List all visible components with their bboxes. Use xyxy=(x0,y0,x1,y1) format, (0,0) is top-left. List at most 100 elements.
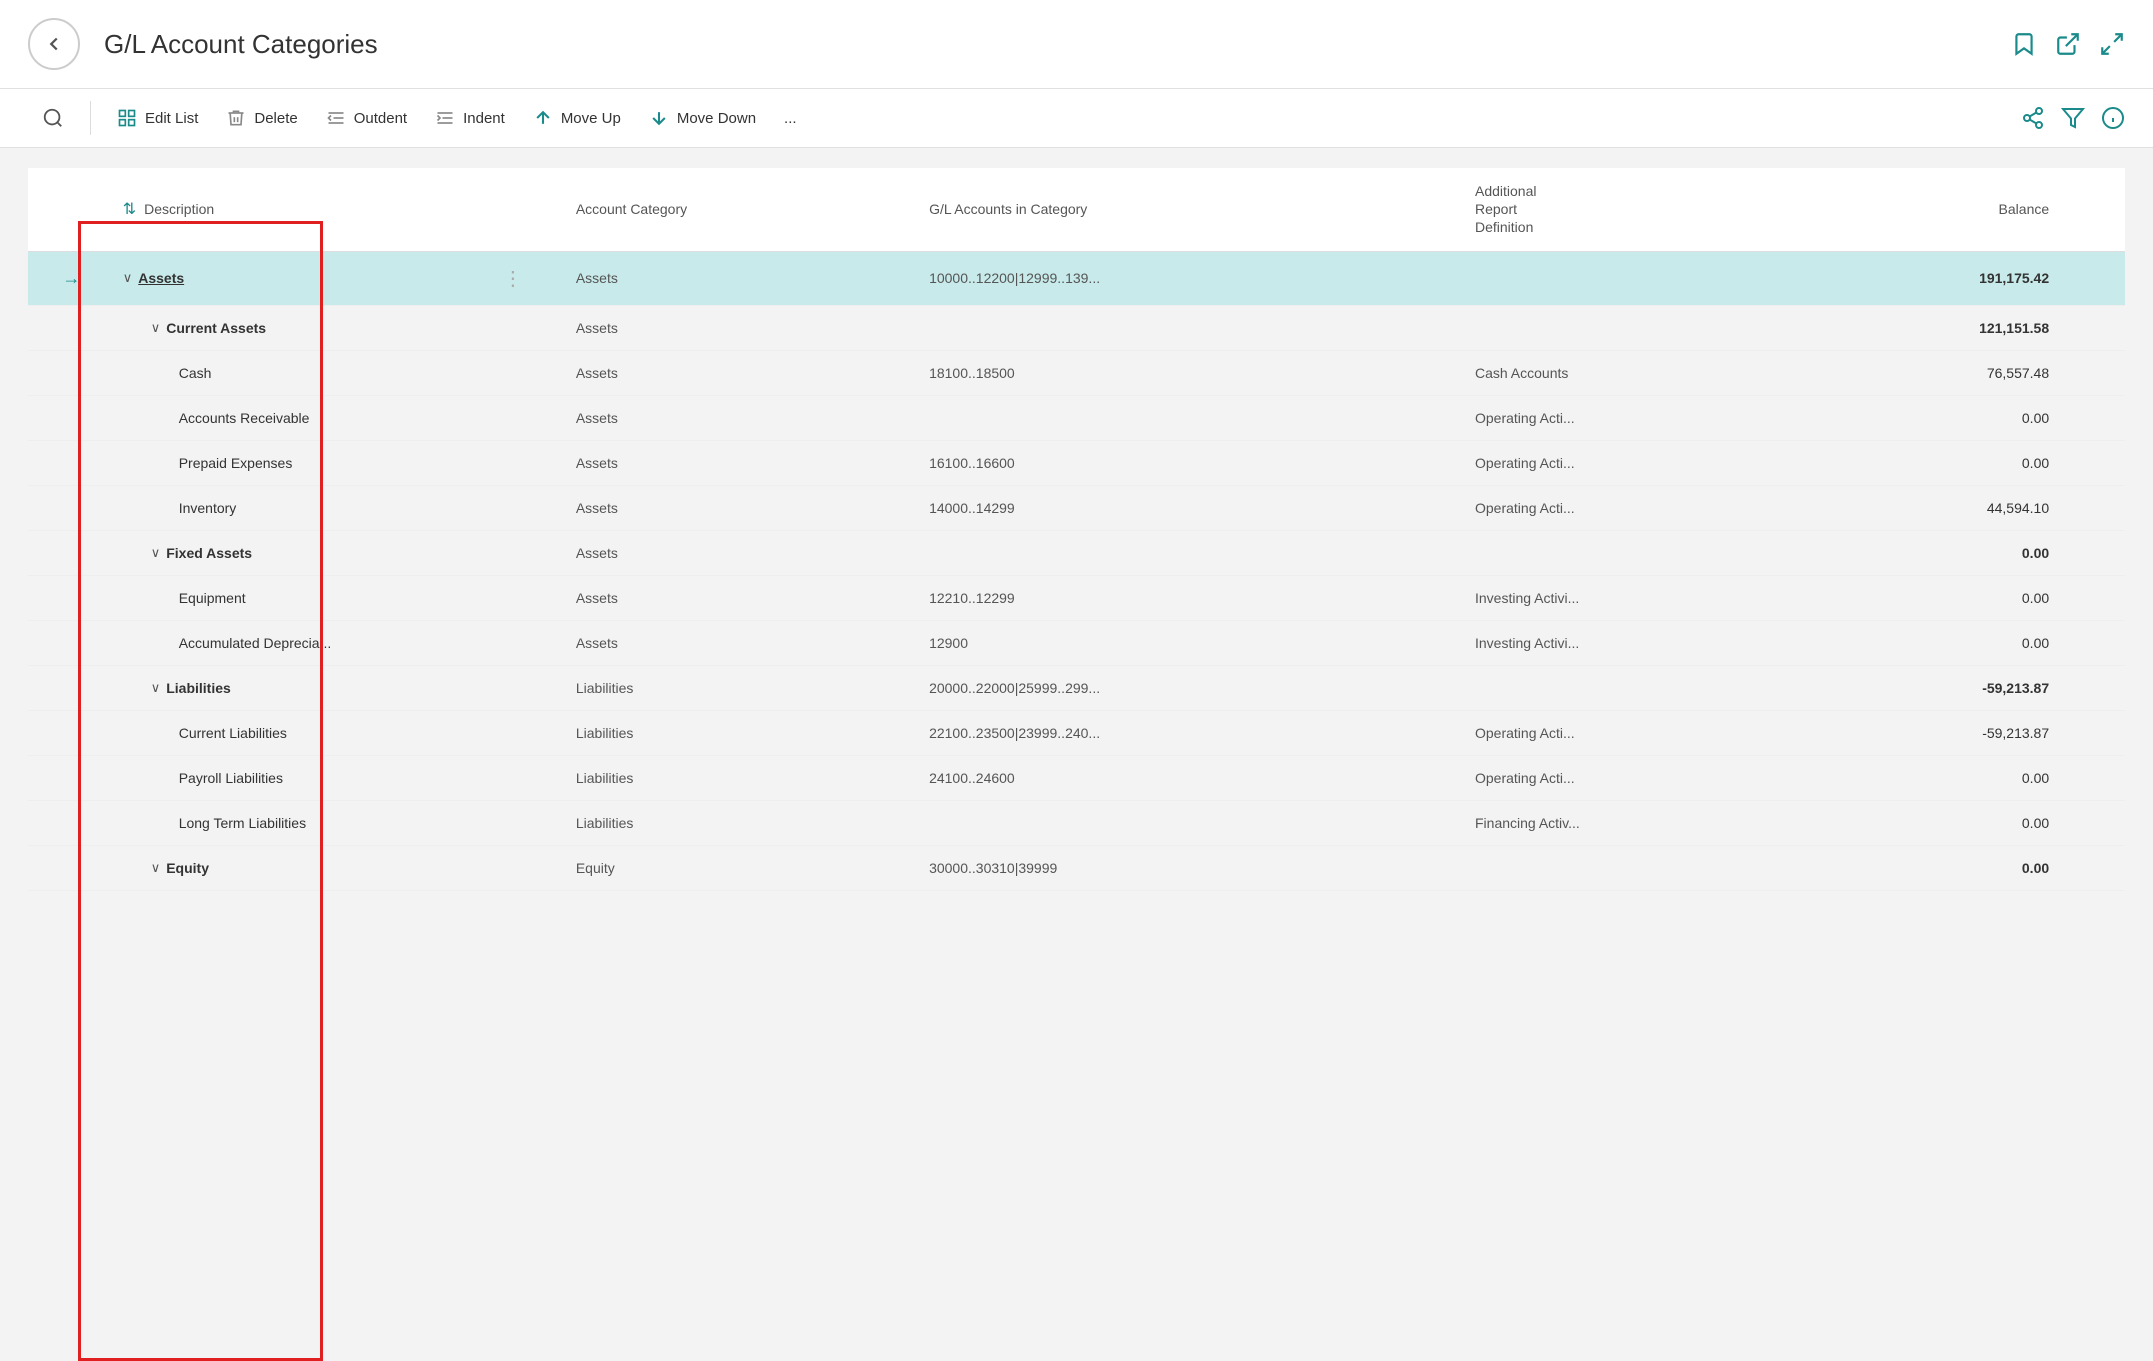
table-row[interactable]: Long Term LiabilitiesLiabilitiesFinancin… xyxy=(28,800,2125,845)
grid-icon xyxy=(117,108,137,128)
row-gl-accounts: 16100..16600 xyxy=(911,440,1457,485)
more-button[interactable]: ... xyxy=(770,102,811,135)
table-row[interactable]: Payroll LiabilitiesLiabilities24100..246… xyxy=(28,755,2125,800)
row-drag-handle[interactable] xyxy=(468,395,558,440)
row-drag-handle[interactable]: ⋮ xyxy=(468,251,558,305)
row-arrow xyxy=(28,350,115,395)
more-label: ... xyxy=(784,110,797,127)
content-area: ⇅ Description Account Category G/L Accou… xyxy=(0,148,2153,1361)
row-description: Cash xyxy=(115,350,468,395)
row-scroll-col xyxy=(2067,440,2125,485)
table-header-row: ⇅ Description Account Category G/L Accou… xyxy=(28,168,2125,251)
filter-button[interactable] xyxy=(2061,106,2085,130)
row-drag-handle[interactable] xyxy=(468,710,558,755)
row-gl-accounts: 12210..12299 xyxy=(911,575,1457,620)
row-additional-report: Operating Acti... xyxy=(1457,440,1778,485)
row-account-category: Liabilities xyxy=(558,755,911,800)
row-additional-report xyxy=(1457,530,1778,575)
row-description: Long Term Liabilities xyxy=(115,800,468,845)
description-text: Fixed Assets xyxy=(166,545,252,561)
edit-list-button[interactable]: Edit List xyxy=(103,100,212,136)
share-button[interactable] xyxy=(2021,106,2045,130)
expand-button[interactable] xyxy=(2099,31,2125,57)
row-additional-report: Financing Activ... xyxy=(1457,800,1778,845)
row-arrow xyxy=(28,665,115,710)
row-description: ∨ Fixed Assets xyxy=(115,530,468,575)
chevron-icon[interactable]: ∨ xyxy=(151,320,161,336)
row-drag-handle[interactable] xyxy=(468,800,558,845)
row-scroll-col xyxy=(2067,620,2125,665)
row-scroll-col xyxy=(2067,395,2125,440)
table-row[interactable]: Current LiabilitiesLiabilities22100..235… xyxy=(28,710,2125,755)
chevron-icon[interactable]: ∨ xyxy=(123,270,133,286)
table-row[interactable]: Prepaid ExpensesAssets16100..16600Operat… xyxy=(28,440,2125,485)
row-balance: 0.00 xyxy=(1778,440,2067,485)
indent-icon xyxy=(435,108,455,128)
row-drag-handle[interactable] xyxy=(468,440,558,485)
move-down-button[interactable]: Move Down xyxy=(635,100,770,136)
indent-button[interactable]: Indent xyxy=(421,100,519,136)
row-account-category: Assets xyxy=(558,485,911,530)
row-gl-accounts: 30000..30310|39999 xyxy=(911,845,1457,890)
table-row[interactable]: ∨Current AssetsAssets121,151.58 xyxy=(28,305,2125,350)
arrow-down-icon xyxy=(649,108,669,128)
table-row[interactable]: Accounts ReceivableAssetsOperating Acti.… xyxy=(28,395,2125,440)
col-additional-report-header: AdditionalReportDefinition xyxy=(1457,168,1778,251)
table-row[interactable]: Accumulated Deprecia...Assets12900Invest… xyxy=(28,620,2125,665)
search-button[interactable] xyxy=(28,99,78,137)
row-description: ∨Assets xyxy=(115,251,468,305)
row-description: ∨Liabilities xyxy=(115,665,468,710)
table-row[interactable]: InventoryAssets14000..14299Operating Act… xyxy=(28,485,2125,530)
row-drag-handle[interactable] xyxy=(468,755,558,800)
description-text: Accumulated Deprecia... xyxy=(179,635,332,651)
row-account-category: Assets xyxy=(558,440,911,485)
row-arrow xyxy=(28,755,115,800)
table-row[interactable]: ∨Fixed AssetsAssets0.00 xyxy=(28,530,2125,575)
row-scroll-col xyxy=(2067,350,2125,395)
row-description: ∨ Equity xyxy=(115,845,468,890)
row-scroll-col xyxy=(2067,485,2125,530)
back-button[interactable] xyxy=(28,18,80,70)
row-gl-accounts: 10000..12200|12999..139... xyxy=(911,251,1457,305)
row-drag-handle[interactable] xyxy=(468,665,558,710)
info-button[interactable] xyxy=(2101,106,2125,130)
table-row[interactable]: →∨Assets⋮Assets10000..12200|12999..139..… xyxy=(28,251,2125,305)
bookmark-button[interactable] xyxy=(2011,31,2037,57)
indent-label: Indent xyxy=(463,110,505,127)
row-drag-handle[interactable] xyxy=(468,845,558,890)
delete-button[interactable]: Delete xyxy=(212,100,311,136)
move-up-button[interactable]: Move Up xyxy=(519,100,635,136)
table-row[interactable]: EquipmentAssets12210..12299Investing Act… xyxy=(28,575,2125,620)
row-gl-accounts: 20000..22000|25999..299... xyxy=(911,665,1457,710)
col-gl-accounts-header: G/L Accounts in Category xyxy=(911,168,1457,251)
table-row[interactable]: ∨EquityEquity30000..30310|399990.00 xyxy=(28,845,2125,890)
row-arrow xyxy=(28,440,115,485)
row-additional-report: Investing Activi... xyxy=(1457,575,1778,620)
description-text: Long Term Liabilities xyxy=(179,815,306,831)
move-down-label: Move Down xyxy=(677,110,756,127)
row-description: Payroll Liabilities xyxy=(115,755,468,800)
description-text: Cash xyxy=(179,365,212,381)
chevron-icon[interactable]: ∨ xyxy=(151,545,161,561)
row-drag-handle[interactable] xyxy=(468,620,558,665)
row-drag-handle[interactable] xyxy=(468,530,558,575)
main-window: G/L Account Categories xyxy=(0,0,2153,1361)
row-description: Current Liabilities xyxy=(115,710,468,755)
chevron-icon[interactable]: ∨ xyxy=(151,680,161,696)
chevron-icon[interactable]: ∨ xyxy=(151,860,161,876)
row-additional-report: Operating Acti... xyxy=(1457,755,1778,800)
description-text: Equity xyxy=(166,860,209,876)
row-drag-handle[interactable] xyxy=(468,485,558,530)
description-text: Current Liabilities xyxy=(179,725,287,741)
trash-icon xyxy=(226,108,246,128)
row-description: Inventory xyxy=(115,485,468,530)
outdent-button[interactable]: Outdent xyxy=(312,100,421,136)
row-drag-handle[interactable] xyxy=(468,575,558,620)
row-account-category: Assets xyxy=(558,350,911,395)
export-button[interactable] xyxy=(2055,31,2081,57)
row-drag-handle[interactable] xyxy=(468,350,558,395)
row-drag-handle[interactable] xyxy=(468,305,558,350)
row-arrow: → xyxy=(28,251,115,305)
table-row[interactable]: CashAssets18100..18500Cash Accounts76,55… xyxy=(28,350,2125,395)
table-row[interactable]: ∨LiabilitiesLiabilities20000..22000|2599… xyxy=(28,665,2125,710)
